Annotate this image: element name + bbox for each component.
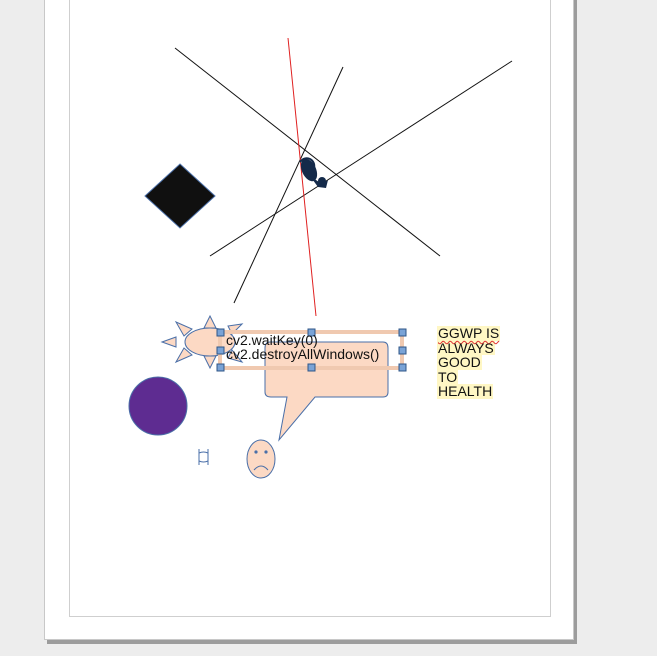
drawing-canvas xyxy=(128,37,513,479)
diamond-shape[interactable] xyxy=(144,163,216,229)
note-line: ALWAYS xyxy=(437,339,495,356)
small-bracket-shape[interactable] xyxy=(198,449,209,465)
purple-circle-shape[interactable] xyxy=(128,376,188,436)
note-line: GGWP IS xyxy=(437,325,501,341)
note-textbox[interactable]: GGWP IS ALWAYS GOOD TO HEALTH xyxy=(437,325,501,400)
code-textbox[interactable]: cv2.waitKey(0) cv2.destroyAllWindows() xyxy=(226,333,406,361)
note-line: HEALTH xyxy=(437,383,494,400)
note-line: TO xyxy=(437,368,459,385)
line-shape-1[interactable] xyxy=(174,47,441,257)
sad-face-icon[interactable] xyxy=(246,439,276,479)
code-line: cv2.destroyAllWindows() xyxy=(226,346,380,362)
line-shape-2[interactable] xyxy=(209,60,513,257)
code-line: cv2.waitKey(0) xyxy=(226,332,318,348)
note-line: GOOD xyxy=(437,354,482,371)
